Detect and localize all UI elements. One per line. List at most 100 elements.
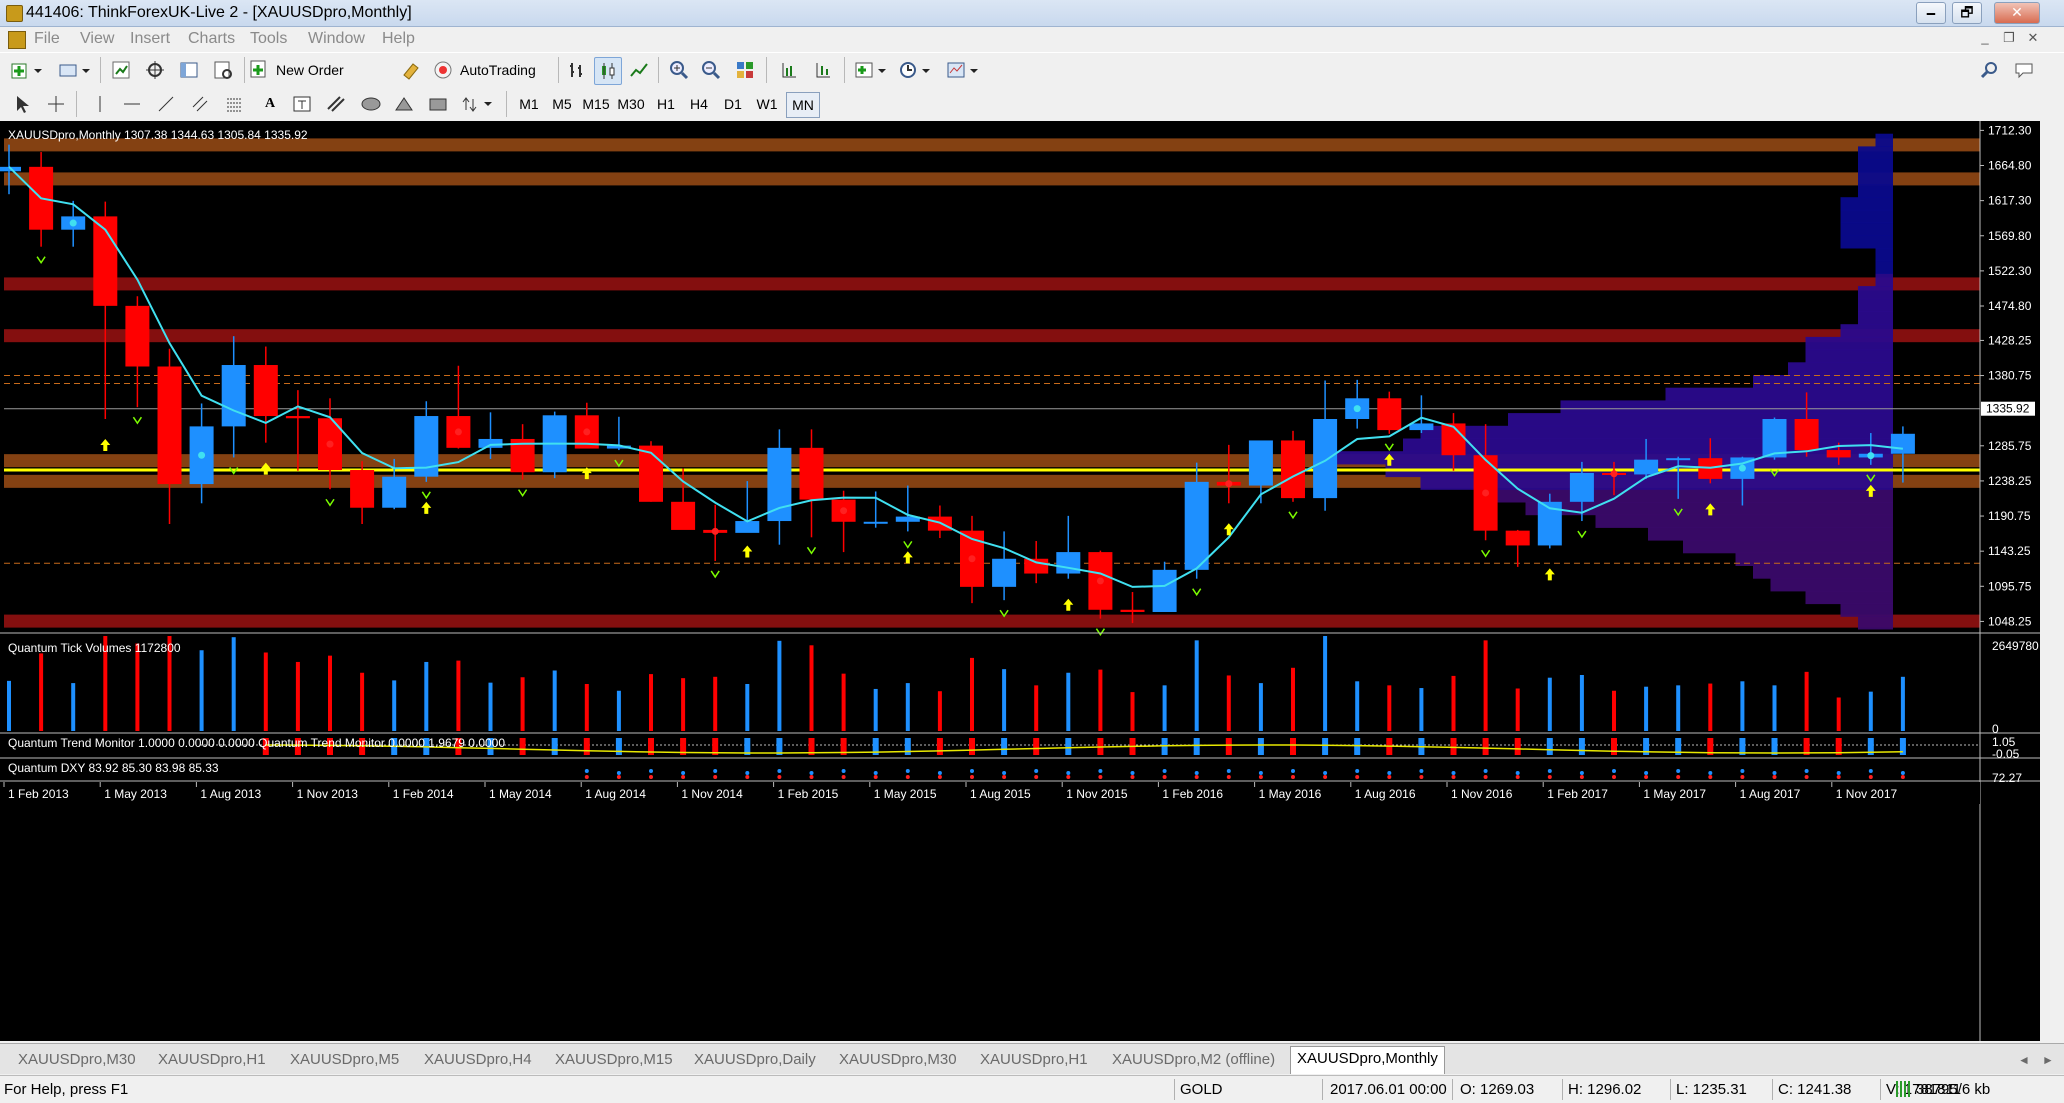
- menu-tools[interactable]: Tools: [250, 30, 287, 48]
- menu-help[interactable]: Help: [382, 30, 415, 48]
- menu-window[interactable]: Window: [308, 30, 365, 48]
- text-label-icon[interactable]: [290, 91, 314, 117]
- tab-xauusd-daily[interactable]: XAUUSDpro,Daily: [688, 1048, 822, 1072]
- signal-dot: [840, 507, 848, 515]
- trend-bar: [519, 738, 526, 755]
- timeframe-m1[interactable]: M1: [513, 92, 545, 116]
- minimize-button[interactable]: 🗕: [1916, 2, 1946, 24]
- trend-bar: [551, 738, 558, 755]
- volume-profile-bar: [1788, 362, 1893, 376]
- new-chart-icon[interactable]: [8, 57, 46, 83]
- tab-xauusd-h1-2[interactable]: XAUUSDpro,H1: [974, 1048, 1094, 1072]
- text-icon[interactable]: A: [258, 91, 282, 117]
- tab-xauusd-h4[interactable]: XAUUSDpro,H4: [418, 1048, 538, 1072]
- terminal-icon[interactable]: [210, 57, 236, 83]
- tab-xauusd-m5[interactable]: XAUUSDpro,M5: [284, 1048, 405, 1072]
- cursor-icon[interactable]: [10, 91, 34, 117]
- market-watch-icon[interactable]: [108, 57, 134, 83]
- menu-view[interactable]: View: [80, 30, 114, 48]
- templates-icon[interactable]: [944, 57, 982, 83]
- timeframe-m15[interactable]: M15: [580, 92, 612, 116]
- mdi-restore-icon[interactable]: ❐: [1998, 30, 2020, 48]
- fibonacci-icon[interactable]: [222, 91, 246, 117]
- dxy-dot: [1098, 769, 1103, 773]
- horizontal-line-icon[interactable]: [120, 91, 144, 117]
- chart-shift-icon[interactable]: [776, 57, 802, 83]
- search-icon[interactable]: [1976, 57, 2002, 83]
- mdi-close-icon[interactable]: ✕: [2022, 30, 2044, 48]
- arrows-icon[interactable]: [458, 91, 498, 117]
- close-button[interactable]: ✕: [1994, 2, 2040, 24]
- candle-body: [1024, 558, 1049, 574]
- tile-windows-icon[interactable]: [732, 57, 758, 83]
- new-order-button[interactable]: New Order: [250, 57, 390, 83]
- menu-charts[interactable]: Charts: [188, 30, 235, 48]
- candle-body: [1890, 433, 1915, 454]
- dxy-dot: [1323, 775, 1328, 779]
- vertical-scrollbar[interactable]: [2044, 121, 2064, 1041]
- tab-scroll-right-icon[interactable]: ►: [2036, 1048, 2060, 1072]
- volume-bar: [135, 643, 140, 731]
- line-chart-icon[interactable]: [626, 57, 652, 83]
- price-chart[interactable]: 1712.30 1664.80 1617.30 1569.80 1522.30 1474.…: [0, 121, 2040, 1041]
- profiles-icon[interactable]: [56, 57, 94, 83]
- mdi-minimize-icon[interactable]: _: [1974, 30, 1996, 48]
- timeframe-mn[interactable]: MN: [786, 92, 820, 118]
- chart-tabs: XAUUSDpro,M30 XAUUSDpro,H1 XAUUSDpro,M5 …: [0, 1043, 2064, 1074]
- equidistant-channel-icon[interactable]: [188, 91, 212, 117]
- auto-scroll-icon[interactable]: [810, 57, 836, 83]
- timeframe-m30[interactable]: M30: [615, 92, 647, 116]
- candlestick-icon[interactable]: [594, 57, 622, 85]
- date-tick-label: 1 May 2015: [874, 787, 937, 801]
- volume-bar: [1836, 697, 1841, 731]
- timeframe-h4[interactable]: H4: [683, 92, 715, 116]
- tab-xauusd-m30[interactable]: XAUUSDpro,M30: [12, 1048, 142, 1072]
- dxy-dot: [1612, 769, 1616, 773]
- tab-xauusd-m30-2[interactable]: XAUUSDpro,M30: [833, 1048, 963, 1072]
- dxy-dot: [1868, 769, 1873, 773]
- indicators-icon[interactable]: [852, 57, 890, 83]
- zoom-in-icon[interactable]: [666, 57, 692, 83]
- autotrading-button[interactable]: AutoTrading: [430, 57, 550, 83]
- periods-icon[interactable]: [896, 57, 934, 83]
- tab-scroll-left-icon[interactable]: ◄: [2012, 1048, 2036, 1072]
- timeframe-d1[interactable]: D1: [717, 92, 749, 116]
- volume-profile-bar: [1560, 400, 1893, 414]
- gann-lines-icon[interactable]: [324, 91, 348, 117]
- volume-profile-bar: [1508, 413, 1893, 427]
- volume-profile-bar: [1840, 603, 1893, 617]
- bar-chart-icon[interactable]: [564, 57, 590, 83]
- timeframe-w1[interactable]: W1: [751, 92, 783, 116]
- dxy-dot: [809, 771, 814, 775]
- dxy-dot: [1515, 771, 1520, 775]
- tab-xauusd-monthly[interactable]: XAUUSDpro,Monthly: [1290, 1046, 1445, 1074]
- chart-window[interactable]: 1712.30 1664.80 1617.30 1569.80 1522.30 1474.…: [0, 121, 2040, 1041]
- tab-xauusd-m2-offline[interactable]: XAUUSDpro,M2 (offline): [1106, 1048, 1281, 1072]
- dxy-dot: [1162, 775, 1167, 779]
- ellipse-icon[interactable]: [358, 91, 384, 117]
- triangle-icon[interactable]: [392, 91, 416, 117]
- volume-bar: [1034, 685, 1039, 731]
- menu-file[interactable]: File: [34, 30, 60, 48]
- date-tick-label: 1 Aug 2016: [1355, 787, 1416, 801]
- app-icon: [6, 5, 23, 22]
- vertical-line-icon[interactable]: [88, 91, 112, 117]
- volume-bar: [1740, 681, 1745, 731]
- dxy-dot: [1130, 775, 1135, 779]
- rectangle-icon[interactable]: [426, 91, 450, 117]
- menu-insert[interactable]: Insert: [130, 30, 170, 48]
- restore-button[interactable]: 🗗: [1952, 2, 1982, 24]
- tab-xauusd-m15[interactable]: XAUUSDpro,M15: [549, 1048, 679, 1072]
- zoom-out-icon[interactable]: [698, 57, 724, 83]
- timeframe-h1[interactable]: H1: [650, 92, 682, 116]
- chart-menu-icon[interactable]: [8, 31, 26, 49]
- meta-editor-icon[interactable]: [398, 57, 424, 83]
- volume-profile-bar: [1875, 248, 1893, 262]
- data-window-icon[interactable]: [142, 57, 168, 83]
- tab-xauusd-h1[interactable]: XAUUSDpro,H1: [152, 1048, 272, 1072]
- navigator-icon[interactable]: [176, 57, 202, 83]
- trendline-icon[interactable]: [154, 91, 178, 117]
- chat-icon[interactable]: [2010, 57, 2040, 83]
- crosshair-icon[interactable]: [44, 91, 68, 117]
- timeframe-m5[interactable]: M5: [546, 92, 578, 116]
